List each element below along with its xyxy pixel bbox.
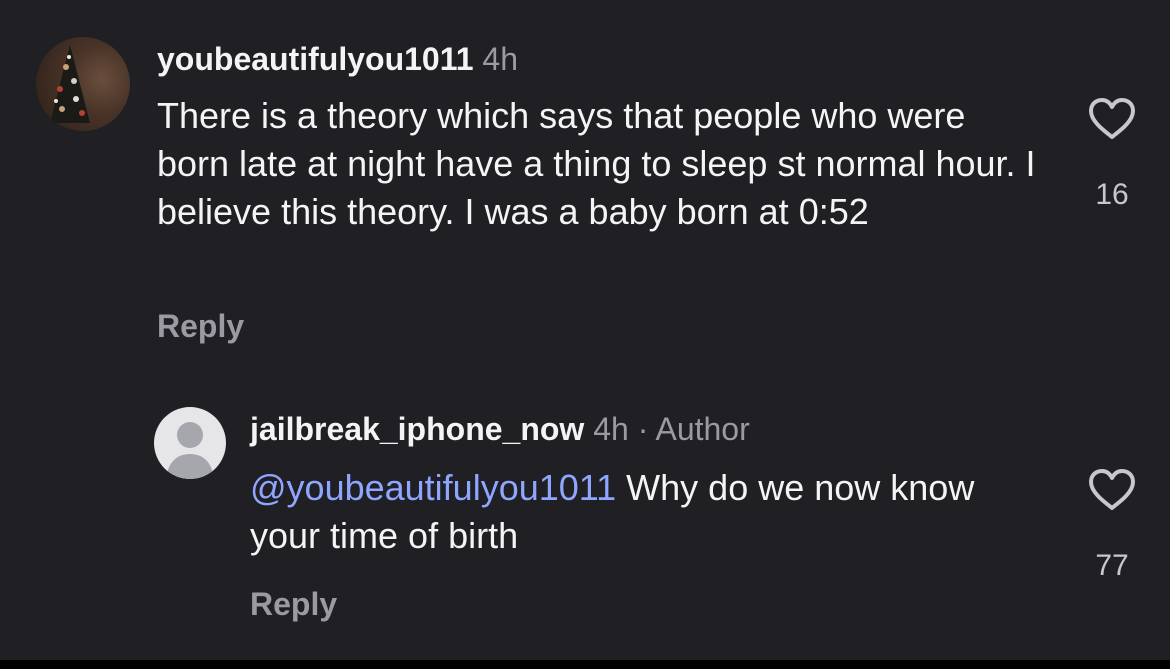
- bottom-bar: [0, 660, 1170, 669]
- like-button[interactable]: 77: [1082, 468, 1142, 584]
- reply-username[interactable]: jailbreak_iphone_now: [250, 411, 584, 447]
- reply-header: jailbreak_iphone_now 4h · Author: [250, 409, 750, 449]
- reply-timestamp: 4h: [593, 411, 629, 447]
- reply-button[interactable]: Reply: [157, 306, 244, 346]
- default-user-avatar-icon: [166, 422, 214, 479]
- separator-dot: ·: [637, 411, 649, 447]
- author-badge: Author: [655, 411, 750, 447]
- comment-item: youbeautifulyou1011 4h There is a theory…: [0, 0, 1170, 360]
- reply-text-block: @youbeautifulyou1011 Why do we now know …: [250, 464, 1030, 560]
- comment-timestamp: 4h: [482, 41, 519, 77]
- like-count: 16: [1095, 178, 1129, 211]
- avatar[interactable]: [154, 407, 226, 479]
- comment-header: youbeautifulyou1011 4h: [157, 39, 518, 79]
- christmas-tree-photo-icon: [50, 45, 90, 123]
- heart-icon: [1089, 98, 1135, 139]
- like-button[interactable]: 16: [1082, 97, 1142, 213]
- avatar[interactable]: [36, 37, 130, 131]
- like-count: 77: [1095, 549, 1129, 582]
- comment-text: There is a theory which says that people…: [157, 95, 1036, 232]
- heart-icon: [1089, 469, 1135, 510]
- reply-item: jailbreak_iphone_now 4h · Author @youbea…: [0, 380, 1170, 660]
- mention-link[interactable]: @youbeautifulyou1011: [250, 467, 616, 508]
- reply-button[interactable]: Reply: [250, 584, 337, 624]
- comment-username[interactable]: youbeautifulyou1011: [157, 41, 474, 77]
